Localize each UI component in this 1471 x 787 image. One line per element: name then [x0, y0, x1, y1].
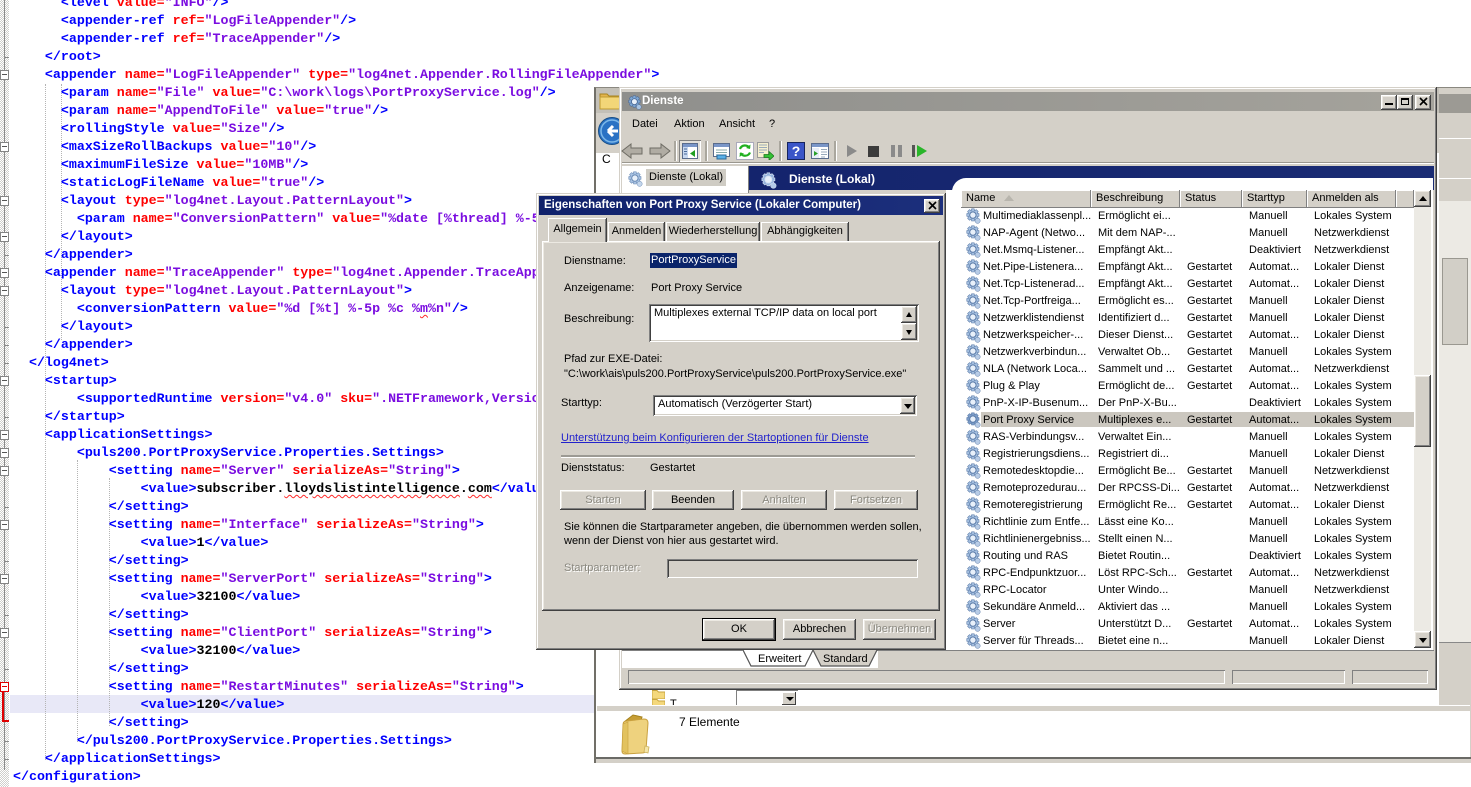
svg-text:?: ? [792, 143, 801, 159]
